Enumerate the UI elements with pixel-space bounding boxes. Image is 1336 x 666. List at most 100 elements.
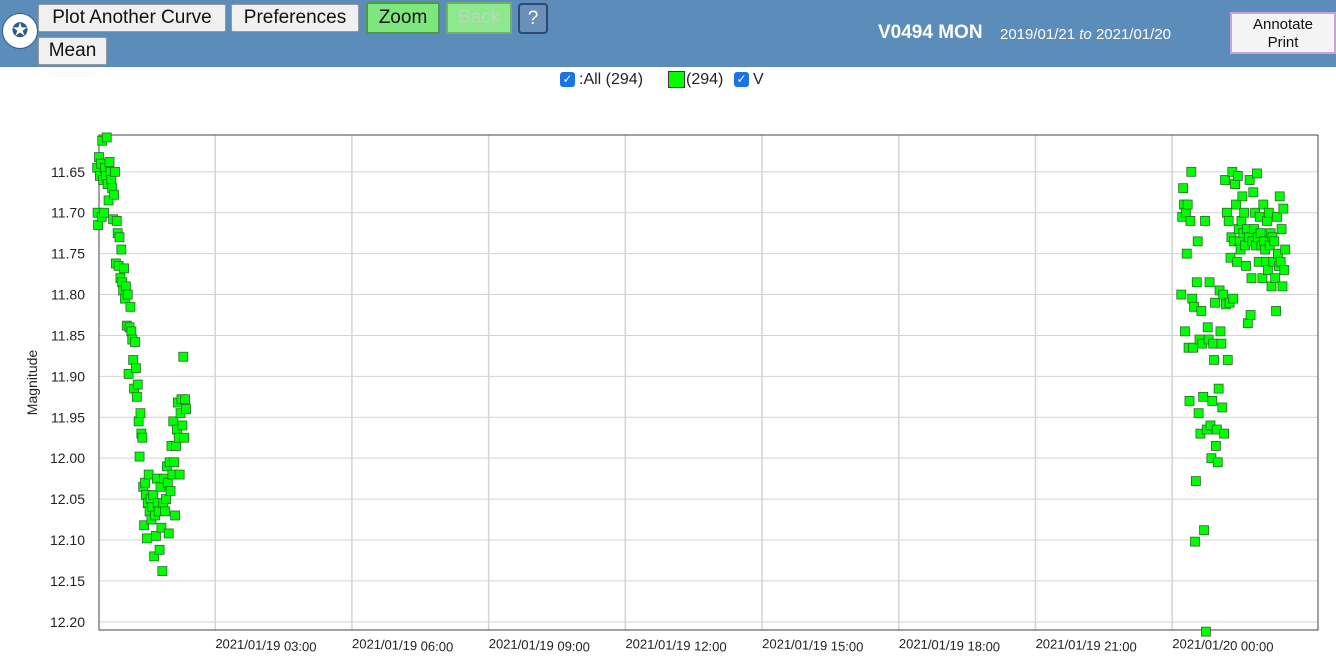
data-point[interactable] [1219, 428, 1230, 439]
data-point[interactable] [1198, 391, 1209, 402]
data-point[interactable] [1236, 216, 1247, 226]
data-point[interactable] [1275, 256, 1286, 267]
data-point[interactable] [1252, 168, 1262, 179]
data-point[interactable] [1200, 216, 1210, 226]
data-point[interactable] [1190, 536, 1200, 547]
data-point[interactable] [1210, 297, 1220, 308]
data-point[interactable] [168, 416, 179, 427]
data-point[interactable] [1211, 441, 1221, 451]
data-point[interactable] [1200, 626, 1211, 637]
data-point[interactable] [1258, 199, 1269, 210]
data-point[interactable] [134, 451, 145, 462]
data-point[interactable] [1262, 265, 1273, 275]
data-point[interactable] [1239, 207, 1250, 218]
data-point[interactable] [99, 207, 109, 218]
data-point[interactable] [1270, 273, 1281, 284]
data-point[interactable] [1280, 244, 1291, 255]
data-point[interactable] [157, 566, 168, 576]
data-point[interactable] [1186, 166, 1197, 177]
data-point[interactable] [1216, 338, 1227, 349]
data-point[interactable] [1188, 342, 1199, 353]
data-point[interactable] [1272, 211, 1282, 222]
data-point[interactable] [109, 189, 119, 200]
data-point[interactable] [1199, 525, 1209, 536]
data-point[interactable] [161, 494, 171, 504]
data-point[interactable] [1209, 355, 1220, 365]
data-point[interactable] [114, 232, 125, 243]
data-point[interactable] [1271, 306, 1281, 316]
data-point[interactable] [1176, 289, 1187, 300]
data-point[interactable] [1278, 203, 1289, 214]
data-point[interactable] [1269, 236, 1280, 247]
data-point[interactable] [180, 394, 191, 405]
data-point[interactable] [1241, 261, 1251, 271]
data-point[interactable] [1263, 207, 1274, 218]
data-point[interactable] [1202, 322, 1213, 333]
data-point[interactable] [1237, 191, 1248, 202]
data-point[interactable] [174, 469, 185, 480]
data-point[interactable] [122, 289, 133, 300]
data-point[interactable] [171, 441, 181, 451]
data-point[interactable] [133, 416, 144, 427]
data-point[interactable] [1222, 355, 1233, 365]
data-point[interactable] [1191, 277, 1202, 288]
data-point[interactable] [110, 166, 120, 177]
data-point[interactable] [1187, 293, 1198, 304]
data-point[interactable] [1204, 277, 1215, 288]
data-point[interactable] [1218, 289, 1229, 300]
data-point[interactable] [179, 432, 190, 443]
data-point[interactable] [165, 486, 176, 496]
data-point[interactable] [1231, 256, 1242, 267]
data-point[interactable] [1220, 175, 1230, 185]
data-point[interactable] [1255, 228, 1266, 239]
data-point[interactable] [101, 132, 112, 143]
data-point[interactable] [160, 506, 170, 517]
data-point[interactable] [120, 281, 131, 292]
data-point[interactable] [131, 391, 142, 402]
data-point[interactable] [135, 408, 146, 419]
data-point[interactable] [104, 157, 115, 167]
data-point[interactable] [116, 244, 127, 255]
data-point[interactable] [1232, 171, 1243, 181]
data-point[interactable] [1248, 187, 1259, 198]
data-point[interactable] [140, 477, 150, 488]
data-point[interactable] [1180, 326, 1190, 337]
data-point[interactable] [132, 379, 143, 390]
data-point[interactable] [1184, 396, 1195, 406]
data-point[interactable] [128, 355, 139, 365]
data-point[interactable] [1221, 207, 1232, 218]
data-point[interactable] [93, 220, 103, 230]
data-point[interactable] [119, 263, 129, 274]
data-point[interactable] [1181, 248, 1192, 259]
data-point[interactable] [1215, 326, 1226, 337]
data-point[interactable] [141, 533, 152, 544]
data-point[interactable] [1279, 265, 1290, 275]
data-point[interactable] [1182, 199, 1193, 210]
data-point[interactable] [1257, 273, 1268, 284]
data-point[interactable] [1231, 199, 1241, 210]
data-point[interactable] [1266, 281, 1277, 292]
data-point[interactable] [170, 510, 181, 521]
data-point[interactable] [131, 363, 141, 374]
data-point[interactable] [1212, 457, 1223, 468]
data-point[interactable] [1262, 216, 1272, 226]
data-point[interactable] [1277, 281, 1288, 292]
data-point[interactable] [169, 457, 180, 468]
data-point[interactable] [177, 420, 188, 431]
data-point[interactable] [1185, 216, 1196, 226]
data-point[interactable] [125, 301, 136, 312]
data-point[interactable] [154, 544, 165, 555]
data-point[interactable] [1178, 183, 1189, 194]
data-point[interactable] [137, 432, 148, 443]
data-point[interactable] [1192, 236, 1203, 247]
data-point[interactable] [1213, 383, 1224, 394]
data-point[interactable] [151, 531, 161, 541]
data-point[interactable] [163, 528, 174, 539]
data-point[interactable] [126, 326, 137, 337]
data-point[interactable] [1245, 310, 1256, 320]
data-point[interactable] [1223, 216, 1234, 226]
data-point[interactable] [1208, 338, 1219, 349]
data-point[interactable] [1207, 396, 1218, 406]
data-point[interactable] [162, 477, 173, 488]
data-point[interactable] [1276, 224, 1287, 234]
